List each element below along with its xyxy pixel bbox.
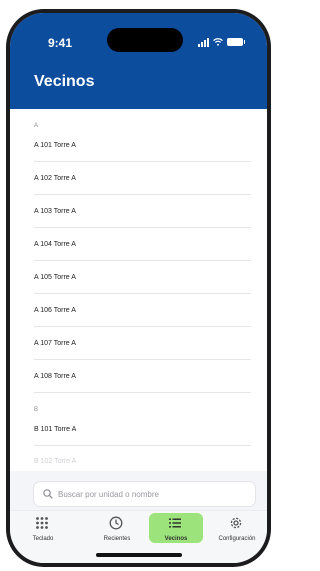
phone-frame: 9:41 Vecinos A A 101 Torre A A 102 Torre… bbox=[6, 9, 271, 567]
tab-label: Vecinos bbox=[164, 536, 188, 542]
list-item[interactable]: A 101 Torre A bbox=[34, 129, 251, 162]
app-screen: 9:41 Vecinos A A 101 Torre A A 102 Torre… bbox=[10, 13, 267, 563]
search-field[interactable]: Buscar por unidad o nombre bbox=[33, 481, 256, 507]
list-item[interactable]: A 107 Torre A bbox=[34, 327, 251, 360]
battery-icon bbox=[227, 38, 245, 46]
list-icon bbox=[169, 518, 181, 528]
tab-teclado[interactable]: Teclado bbox=[16, 513, 70, 543]
search-placeholder: Buscar por unidad o nombre bbox=[58, 489, 159, 499]
neighbor-list[interactable]: A A 101 Torre A A 102 Torre A A 103 Torr… bbox=[10, 109, 267, 471]
keypad-icon bbox=[36, 517, 48, 529]
tab-label: Recientes bbox=[103, 536, 131, 542]
wifi-icon bbox=[213, 38, 223, 46]
search-icon bbox=[43, 489, 53, 499]
clock-icon bbox=[109, 516, 123, 530]
list-item[interactable]: A 106 Torre A bbox=[34, 294, 251, 327]
list-item[interactable]: A 108 Torre A bbox=[34, 360, 251, 393]
list-item[interactable]: A 105 Torre A bbox=[34, 261, 251, 294]
status-time: 9:41 bbox=[48, 36, 73, 50]
tab-configuracion[interactable]: Configuración bbox=[208, 513, 266, 543]
list-item[interactable]: A 103 Torre A bbox=[34, 195, 251, 228]
app-header: 9:41 Vecinos bbox=[10, 13, 267, 109]
gear-icon bbox=[230, 517, 242, 529]
tab-label: Configuración bbox=[218, 536, 256, 542]
tab-vecinos[interactable]: Vecinos bbox=[149, 513, 203, 543]
list-item[interactable]: A 104 Torre A bbox=[34, 228, 251, 261]
tab-label: Teclado bbox=[32, 536, 54, 542]
tab-recientes[interactable]: Recientes bbox=[90, 513, 144, 543]
home-indicator bbox=[96, 553, 182, 557]
tab-bar: Teclado Recientes Vecinos Configuración bbox=[10, 510, 267, 563]
list-item[interactable]: A 102 Torre A bbox=[34, 162, 251, 195]
page-title: Vecinos bbox=[34, 73, 95, 90]
signal-icon bbox=[198, 37, 209, 47]
status-icons bbox=[198, 36, 245, 48]
dynamic-island bbox=[107, 28, 183, 52]
list-item[interactable]: B 102 Torre A bbox=[34, 445, 251, 471]
list-item[interactable]: B 101 Torre A bbox=[34, 413, 251, 446]
